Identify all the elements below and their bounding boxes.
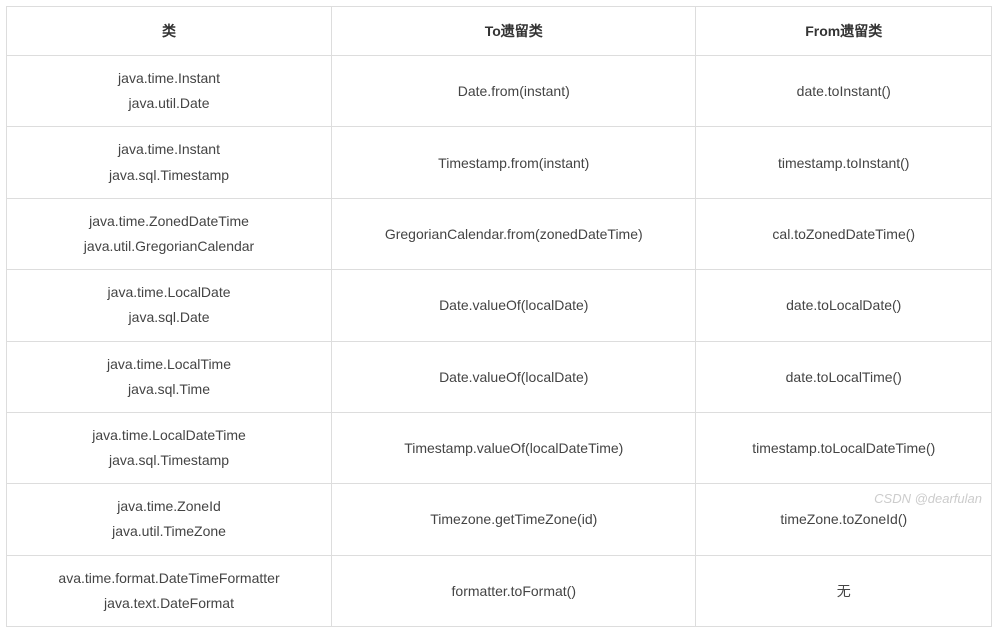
class-cell: java.time.LocalTime java.sql.Time <box>7 341 332 412</box>
class-line-2: java.util.Date <box>15 91 323 116</box>
class-line-1: java.time.ZoneId <box>15 494 323 519</box>
table-row: ava.time.format.DateTimeFormatter java.t… <box>7 555 992 626</box>
from-cell: timestamp.toLocalDateTime() <box>696 412 992 483</box>
table-row: java.time.LocalDate java.sql.Date Date.v… <box>7 270 992 341</box>
from-cell: date.toInstant() <box>696 56 992 127</box>
watermark-text: CSDN @dearfulan <box>874 491 982 506</box>
class-line-2: java.util.TimeZone <box>15 519 323 544</box>
to-cell: Timestamp.valueOf(localDateTime) <box>332 412 696 483</box>
from-cell: date.toLocalDate() <box>696 270 992 341</box>
to-cell: Timestamp.from(instant) <box>332 127 696 198</box>
class-cell: java.time.LocalDateTime java.sql.Timesta… <box>7 412 332 483</box>
to-cell: formatter.toFormat() <box>332 555 696 626</box>
class-cell: java.time.LocalDate java.sql.Date <box>7 270 332 341</box>
class-line-1: java.time.ZonedDateTime <box>15 209 323 234</box>
to-cell: GregorianCalendar.from(zonedDateTime) <box>332 198 696 269</box>
table-row: java.time.ZoneId java.util.TimeZone Time… <box>7 484 992 555</box>
table-row: java.time.LocalTime java.sql.Time Date.v… <box>7 341 992 412</box>
class-line-2: java.text.DateFormat <box>15 591 323 616</box>
table-row: java.time.Instant java.sql.Timestamp Tim… <box>7 127 992 198</box>
header-from-legacy: From遗留类 <box>696 7 992 56</box>
conversion-table: 类 To遗留类 From遗留类 java.time.Instant java.u… <box>6 6 992 627</box>
class-line-1: java.time.LocalDateTime <box>15 423 323 448</box>
class-line-2: java.sql.Timestamp <box>15 163 323 188</box>
from-cell: cal.toZonedDateTime() <box>696 198 992 269</box>
table-row: java.time.ZonedDateTime java.util.Gregor… <box>7 198 992 269</box>
from-cell: date.toLocalTime() <box>696 341 992 412</box>
class-cell: java.time.Instant java.sql.Timestamp <box>7 127 332 198</box>
class-line-1: java.time.LocalTime <box>15 352 323 377</box>
class-cell: java.time.ZonedDateTime java.util.Gregor… <box>7 198 332 269</box>
class-cell: java.time.ZoneId java.util.TimeZone <box>7 484 332 555</box>
class-line-2: java.sql.Timestamp <box>15 448 323 473</box>
to-cell: Date.valueOf(localDate) <box>332 341 696 412</box>
header-row: 类 To遗留类 From遗留类 <box>7 7 992 56</box>
from-cell: timestamp.toInstant() <box>696 127 992 198</box>
header-class: 类 <box>7 7 332 56</box>
to-cell: Date.from(instant) <box>332 56 696 127</box>
class-line-1: java.time.Instant <box>15 137 323 162</box>
class-line-1: ava.time.format.DateTimeFormatter <box>15 566 323 591</box>
from-cell: 无 <box>696 555 992 626</box>
table-row: java.time.LocalDateTime java.sql.Timesta… <box>7 412 992 483</box>
class-line-2: java.sql.Time <box>15 377 323 402</box>
class-cell: java.time.Instant java.util.Date <box>7 56 332 127</box>
class-line-1: java.time.Instant <box>15 66 323 91</box>
table-row: java.time.Instant java.util.Date Date.fr… <box>7 56 992 127</box>
to-cell: Date.valueOf(localDate) <box>332 270 696 341</box>
class-line-2: java.util.GregorianCalendar <box>15 234 323 259</box>
class-cell: ava.time.format.DateTimeFormatter java.t… <box>7 555 332 626</box>
class-line-1: java.time.LocalDate <box>15 280 323 305</box>
to-cell: Timezone.getTimeZone(id) <box>332 484 696 555</box>
header-to-legacy: To遗留类 <box>332 7 696 56</box>
class-line-2: java.sql.Date <box>15 305 323 330</box>
